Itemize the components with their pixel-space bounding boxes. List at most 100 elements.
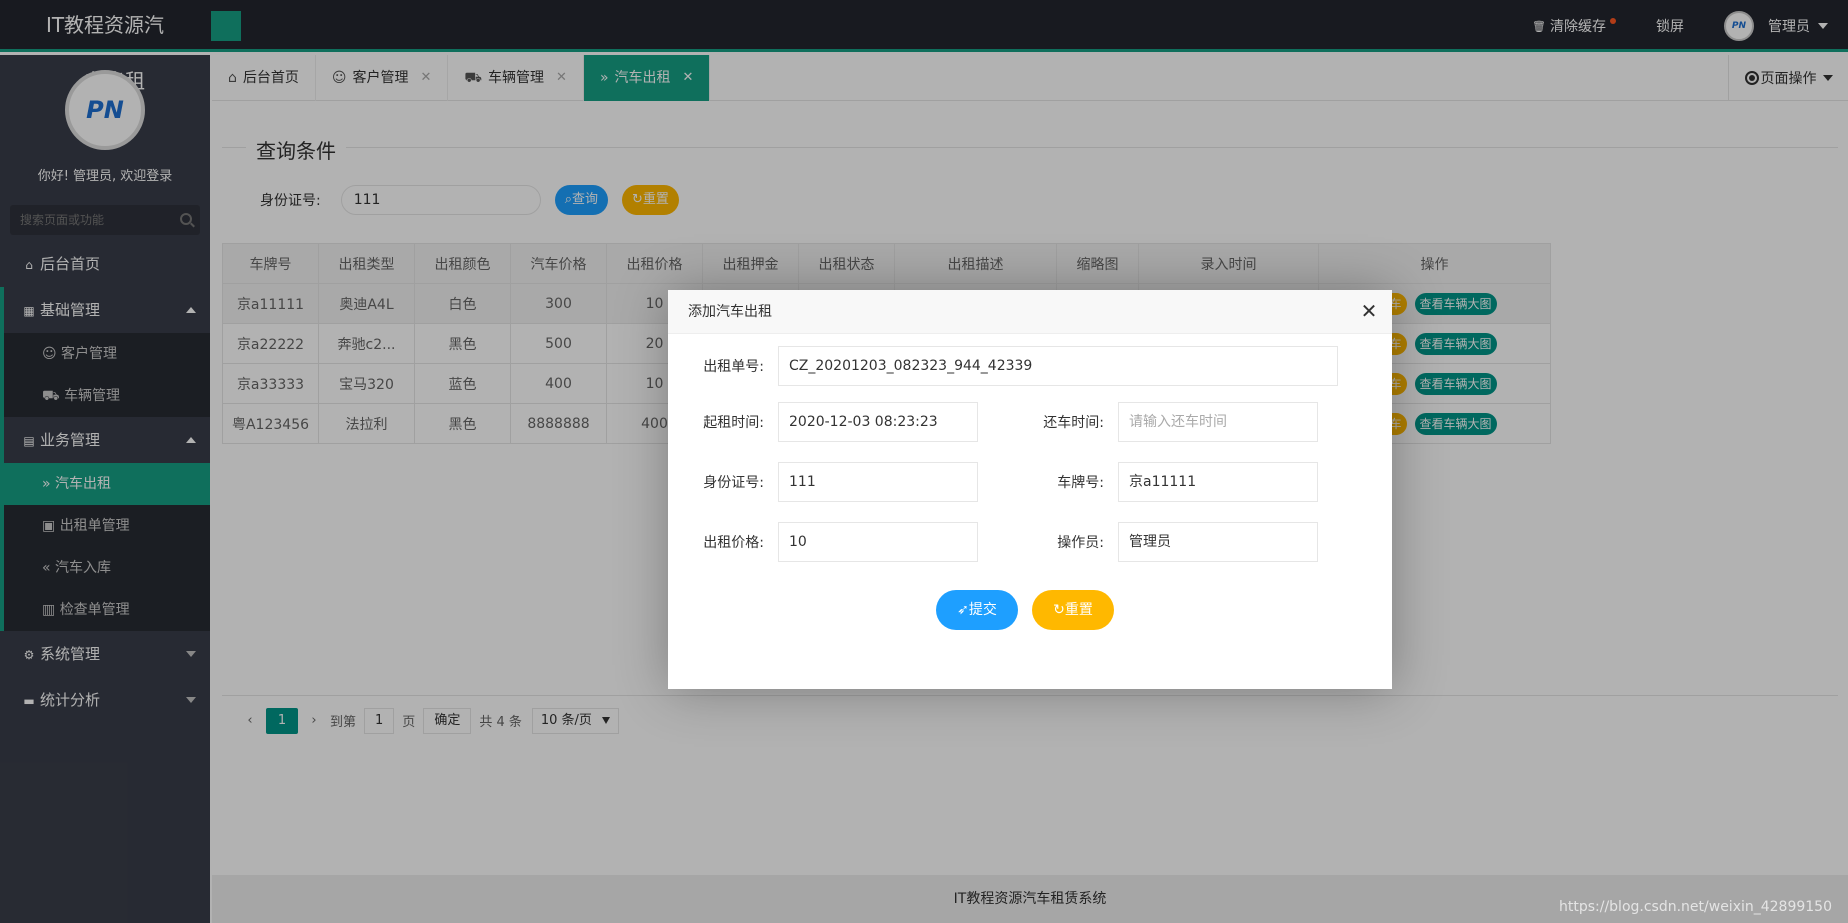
goto-confirm-button[interactable]: 确定 bbox=[423, 707, 472, 734]
sidebar-item-label: 后台首页 bbox=[40, 255, 101, 273]
sidebar-item-label: 车辆管理 bbox=[64, 388, 121, 404]
form-row-id-plate: 身份证号: 111 车牌号: 京a11111 bbox=[668, 462, 1318, 502]
sidebar: 车出租 PN 你好! 管理员, 欢迎登录 搜索页面或功能 ⌂ 后台首页 ▦ 基础管理… bbox=[0, 55, 210, 923]
search-icon[interactable] bbox=[180, 213, 192, 225]
close-icon[interactable]: ✕ bbox=[1360, 301, 1378, 321]
id-search-input[interactable]: 111 bbox=[340, 185, 541, 215]
avatar[interactable]: PN bbox=[65, 70, 145, 150]
avatar: PN bbox=[1724, 11, 1754, 41]
admin-name: 管理员 bbox=[1768, 19, 1810, 35]
cell-color: 黑色 bbox=[414, 323, 511, 364]
lock-screen-button[interactable]: 锁屏 bbox=[1636, 0, 1704, 52]
sidebar-item-inspections[interactable]: ▥ 检查单管理 bbox=[4, 589, 210, 631]
cell-plate: 京a22222 bbox=[222, 323, 319, 364]
column-header[interactable]: 出租状态 bbox=[798, 243, 895, 284]
sidebar-item-basic[interactable]: ▦ 基础管理 bbox=[0, 287, 210, 333]
column-header[interactable]: 出租价格 bbox=[606, 243, 703, 284]
sidebar-item-home[interactable]: ⌂ 后台首页 bbox=[0, 241, 210, 287]
dialog-header: 添加汽车出租 ✕ bbox=[668, 290, 1392, 334]
form-row-order: 出租单号: CZ_20201203_082323_944_42339 bbox=[668, 346, 1338, 386]
document-icon: ▣ bbox=[42, 518, 60, 534]
sidebar-toggle-button[interactable] bbox=[211, 11, 241, 41]
view-image-button[interactable]: 查看车辆大图 bbox=[1414, 332, 1497, 355]
prev-page-icon[interactable]: ‹ bbox=[234, 708, 266, 734]
tab-vehicles[interactable]: ⛟ 车辆管理 ✕ bbox=[448, 55, 584, 101]
sidebar-search-input[interactable]: 搜索页面或功能 bbox=[10, 205, 200, 235]
close-icon[interactable]: ✕ bbox=[556, 55, 567, 101]
double-right-icon: » bbox=[42, 476, 56, 492]
sidebar-item-vehicles[interactable]: ⛟ 车辆管理 bbox=[4, 375, 210, 417]
tab-customers[interactable]: ☺ 客户管理 ✕ bbox=[316, 55, 449, 101]
column-header[interactable]: 出租描述 bbox=[894, 243, 1057, 284]
plate-number-field[interactable]: 京a11111 bbox=[1118, 462, 1318, 502]
page-operations-button[interactable]: 页面操作 bbox=[1728, 55, 1848, 101]
chevron-down-icon bbox=[601, 717, 610, 724]
sidebar-item-rental-orders[interactable]: ▣ 出租单管理 bbox=[4, 505, 210, 547]
cart-icon: ⛟ bbox=[42, 388, 65, 404]
dialog-title: 添加汽车出租 bbox=[688, 304, 772, 320]
submit-button[interactable]: ➶提交 bbox=[936, 590, 1018, 630]
column-header[interactable]: 车牌号 bbox=[222, 243, 319, 284]
watermark-text: https://blog.csdn.net/weixin_42899150 bbox=[1558, 899, 1832, 915]
cell-type: 奥迪A4L bbox=[318, 283, 415, 324]
column-header[interactable]: 出租押金 bbox=[702, 243, 799, 284]
cell-plate: 京a11111 bbox=[222, 283, 319, 324]
tab-car-rental[interactable]: » 汽车出租 ✕ bbox=[583, 55, 711, 101]
chevron-down-icon bbox=[186, 651, 196, 657]
admin-menu[interactable]: PN 管理员 bbox=[1704, 0, 1848, 52]
id-number-field[interactable]: 111 bbox=[778, 462, 978, 502]
column-header[interactable]: 录入时间 bbox=[1138, 243, 1319, 284]
return-time-field[interactable]: 请输入还车时间 bbox=[1118, 402, 1318, 442]
next-page-icon[interactable]: › bbox=[298, 708, 330, 734]
tab-label: 后台首页 bbox=[242, 70, 299, 86]
column-header[interactable]: 出租类型 bbox=[318, 243, 415, 284]
page-input[interactable]: 1 bbox=[364, 707, 395, 734]
chevron-up-icon bbox=[186, 307, 196, 313]
sidebar-item-system[interactable]: ⚙ 系统管理 bbox=[0, 631, 210, 677]
order-number-field[interactable]: CZ_20201203_082323_944_42339 bbox=[778, 346, 1338, 386]
reset-button[interactable]: ↻重置 bbox=[622, 185, 679, 215]
sidebar-item-label: 检查单管理 bbox=[59, 602, 130, 618]
sidebar-item-label: 汽车入库 bbox=[55, 560, 112, 576]
fieldset-divider bbox=[222, 147, 1838, 148]
sidebar-item-label: 客户管理 bbox=[61, 346, 118, 362]
cell-price: 400 bbox=[510, 363, 607, 404]
search-button[interactable]: ⌕查询 bbox=[554, 185, 609, 215]
cell-price: 300 bbox=[510, 283, 607, 324]
search-button-label: 查询 bbox=[572, 192, 599, 207]
sidebar-item-car-rental[interactable]: » 汽车出租 bbox=[0, 463, 210, 505]
view-image-button[interactable]: 查看车辆大图 bbox=[1414, 412, 1497, 435]
column-header[interactable]: 汽车价格 bbox=[510, 243, 607, 284]
tab-home[interactable]: ⌂ 后台首页 bbox=[212, 55, 316, 101]
sidebar-item-business[interactable]: ▤ 业务管理 bbox=[0, 417, 210, 463]
return-time-label: 还车时间: bbox=[1043, 415, 1104, 431]
chevron-up-icon bbox=[186, 437, 196, 443]
sidebar-item-label: 业务管理 bbox=[40, 431, 101, 449]
cell-type: 宝马320 bbox=[318, 363, 415, 404]
page-number-current[interactable]: 1 bbox=[266, 707, 298, 734]
sidebar-item-label: 系统管理 bbox=[40, 645, 101, 663]
close-icon[interactable]: ✕ bbox=[421, 55, 432, 101]
tab-bar: ⌂ 后台首页 ☺ 客户管理 ✕ ⛟ 车辆管理 ✕ » 汽车出租 ✕ 页面操作 bbox=[212, 55, 1848, 101]
header-actions: 🗑 清除缓存 锁屏 PN 管理员 bbox=[1512, 0, 1848, 52]
view-image-button[interactable]: 查看车辆大图 bbox=[1414, 372, 1497, 395]
sidebar-item-stats[interactable]: ▬ 统计分析 bbox=[0, 677, 210, 723]
reset-form-button[interactable]: ↻重置 bbox=[1032, 590, 1114, 630]
operator-field[interactable]: 管理员 bbox=[1118, 522, 1318, 562]
column-header[interactable]: 操作 bbox=[1318, 243, 1551, 284]
column-header[interactable]: 缩略图 bbox=[1056, 243, 1139, 284]
clear-cache-button[interactable]: 🗑 清除缓存 bbox=[1512, 0, 1636, 52]
column-header[interactable]: 出租颜色 bbox=[414, 243, 511, 284]
order-label: 出租单号: bbox=[703, 359, 764, 375]
view-image-button[interactable]: 查看车辆大图 bbox=[1414, 292, 1497, 315]
sidebar-item-customers[interactable]: ☺ 客户管理 bbox=[4, 333, 210, 375]
close-icon[interactable]: ✕ bbox=[683, 55, 694, 101]
start-time-field[interactable]: 2020-12-03 08:23:23 bbox=[778, 402, 978, 442]
table-header-row: 车牌号 出租类型 出租颜色 汽车价格 出租价格 出租押金 出租状态 出租描述 缩… bbox=[222, 243, 1551, 284]
sidebar-item-car-return[interactable]: « 汽车入库 bbox=[4, 547, 210, 589]
rent-price-field[interactable]: 10 bbox=[778, 522, 978, 562]
start-time-label: 起租时间: bbox=[703, 415, 764, 431]
page-size-select[interactable]: 10 条/页 bbox=[531, 707, 619, 734]
add-rental-dialog: 添加汽车出租 ✕ 出租单号: CZ_20201203_082323_944_42… bbox=[668, 290, 1392, 689]
home-icon: ⌂ bbox=[228, 70, 237, 86]
